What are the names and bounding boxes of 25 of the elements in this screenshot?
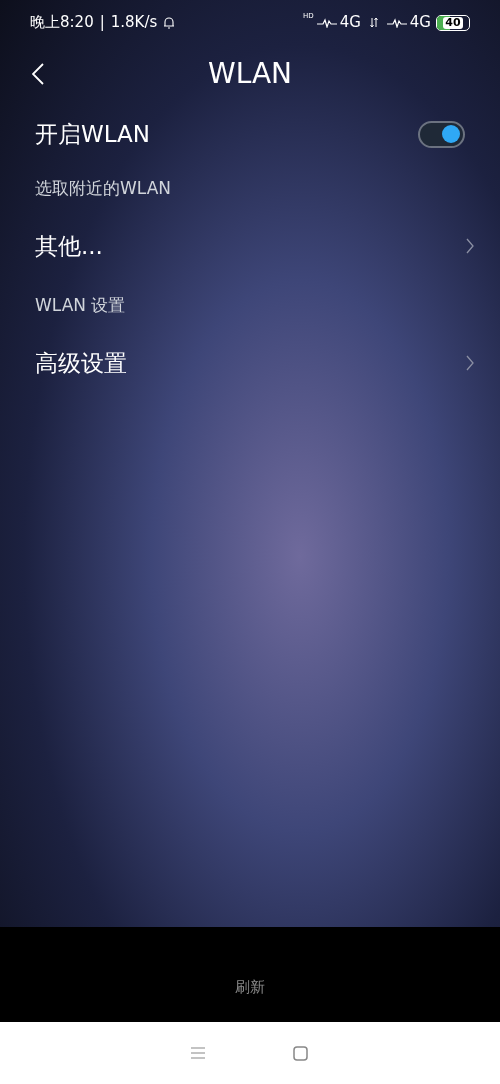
back-button[interactable] (30, 62, 46, 86)
refresh-button[interactable]: 刷新 (235, 976, 265, 999)
network-speed-text: 1.8K/s (110, 12, 158, 34)
toggle-switch[interactable] (418, 120, 465, 148)
signal-icon (316, 17, 337, 28)
home-icon[interactable] (292, 1045, 308, 1061)
row-label: 开启WLAN (35, 119, 151, 149)
chevron-right-icon (466, 355, 474, 371)
separator-text: | (99, 12, 105, 34)
section-header: WLAN 设置 (35, 294, 126, 318)
data-arrows-icon (369, 17, 378, 28)
clock-text: 晚上8:20 (30, 12, 94, 34)
row-label: 其他... (35, 231, 103, 261)
network-type-text: 4G (339, 12, 361, 34)
settings-row[interactable]: 高级设置 (0, 327, 500, 399)
section-header: 选取附近的WLAN (35, 177, 172, 201)
wlan-toggle-row[interactable]: 开启WLAN (0, 103, 500, 165)
row-label: 高级设置 (35, 348, 127, 378)
chevron-right-icon (466, 238, 474, 254)
settings-row[interactable]: 其他... (0, 210, 500, 282)
page-title: WLAN (208, 56, 292, 92)
bell-icon (163, 16, 176, 29)
network-type-text: 4G (409, 12, 431, 34)
battery-text: 40 (443, 16, 463, 29)
signal-icon (386, 17, 407, 28)
